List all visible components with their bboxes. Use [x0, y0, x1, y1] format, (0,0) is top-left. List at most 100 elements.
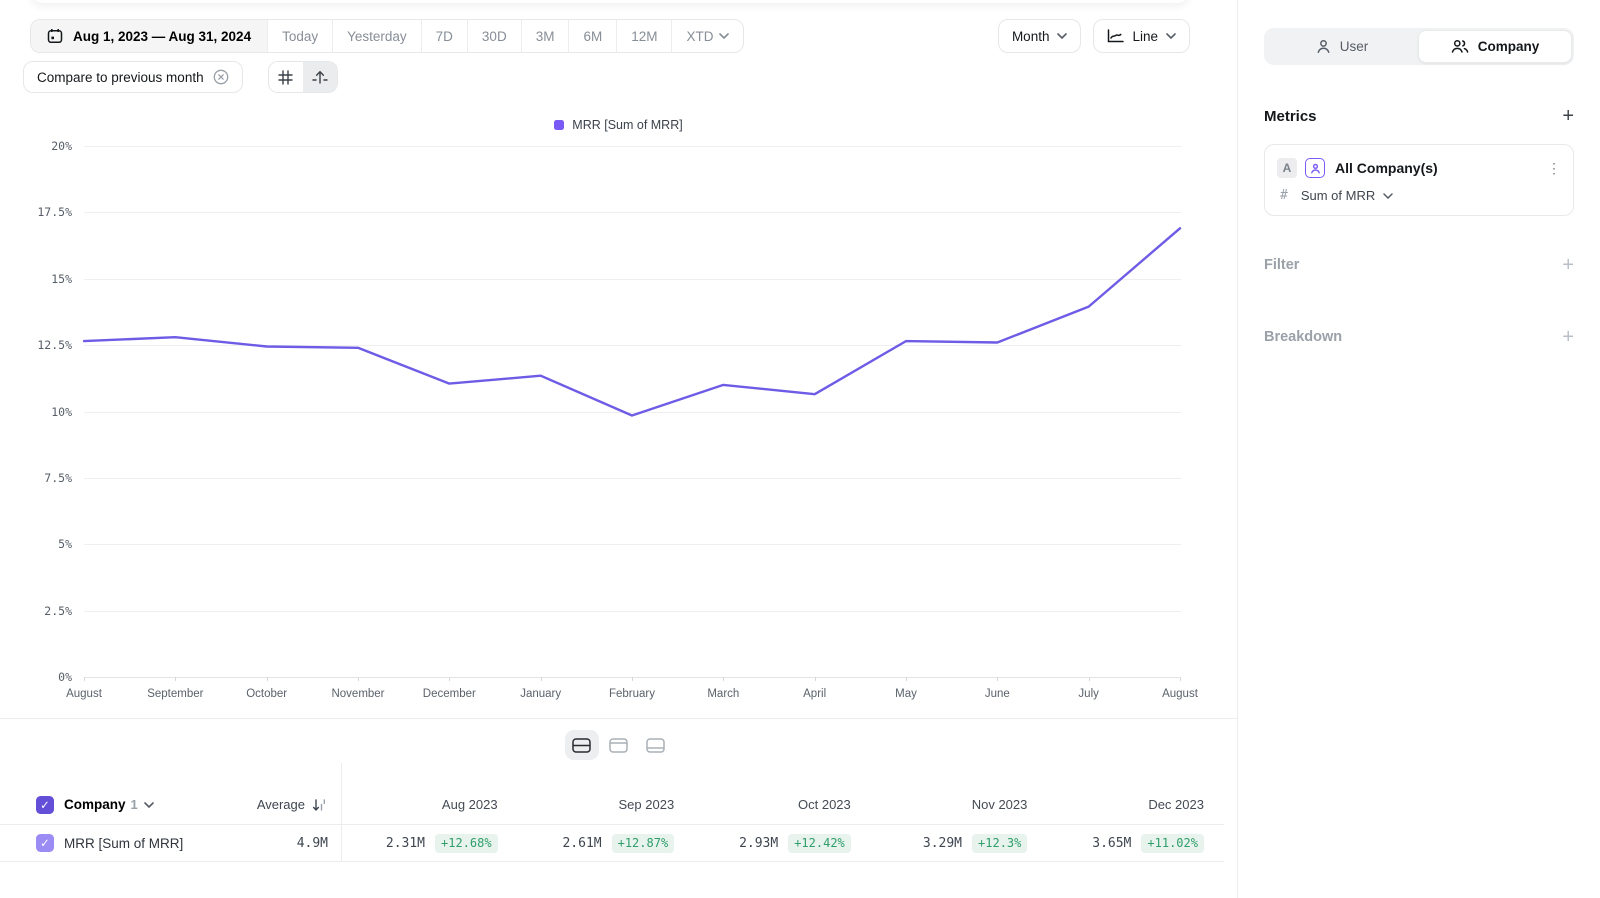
- column-header[interactable]: Dec 2023: [1047, 797, 1224, 812]
- preset-today[interactable]: Today: [267, 20, 332, 52]
- x-axis-tick: [723, 677, 724, 681]
- line-chart-icon: [1107, 29, 1124, 44]
- sidebar: User Company Metrics + A: [1237, 0, 1600, 898]
- x-axis-tick-label: December: [403, 688, 495, 700]
- metric-series-badge: A: [1277, 158, 1297, 178]
- chevron-down-icon: [1057, 33, 1067, 39]
- metric-menu-button[interactable]: ⋮: [1547, 164, 1561, 172]
- close-circle-icon[interactable]: [213, 69, 229, 85]
- y-axis-tick-label: 5%: [0, 537, 72, 551]
- metrics-title: Metrics: [1264, 108, 1317, 125]
- layout-split-view-button[interactable]: [565, 730, 599, 760]
- row-group-label: Company: [64, 797, 126, 812]
- compare-chip[interactable]: Compare to previous month: [23, 61, 243, 93]
- cell-value: 2.31M: [386, 836, 425, 851]
- y-axis-tick-label: 15%: [0, 272, 72, 286]
- y-axis-tick-label: 0%: [0, 670, 72, 684]
- table-view-icon: [646, 738, 665, 753]
- table-row-cells: 2.31M+12.68%2.61M+12.87%2.93M+12.42%3.29…: [341, 834, 1224, 853]
- table-cell: 2.61M+12.87%: [518, 834, 695, 853]
- granularity-dropdown[interactable]: Month: [998, 19, 1082, 53]
- line-chart[interactable]: 0%2.5%5%7.5%10%12.5%15%17.5%20%AugustSep…: [0, 146, 1200, 706]
- x-axis-tick-label: July: [1043, 688, 1135, 700]
- change-badge: +12.3%: [972, 834, 1027, 853]
- table-header-left: ✓ Company 1 Average: [0, 796, 341, 814]
- y-axis-tick-label: 2.5%: [0, 604, 72, 618]
- average-header[interactable]: Average: [257, 797, 341, 812]
- preset-3m[interactable]: 3M: [521, 20, 569, 52]
- add-breakdown-button[interactable]: +: [1562, 327, 1574, 347]
- x-axis-tick-label: February: [586, 688, 678, 700]
- average-header-label: Average: [257, 797, 305, 812]
- column-header[interactable]: Aug 2023: [341, 797, 518, 812]
- change-badge: +12.68%: [435, 834, 498, 853]
- layout-table-only-button[interactable]: [639, 730, 673, 760]
- table-cell: 3.29M +12.3%: [871, 834, 1048, 853]
- calendar-icon: [47, 28, 63, 44]
- x-axis-tick: [1180, 677, 1181, 681]
- layout-toggle-group: [0, 730, 1237, 760]
- change-badge: +11.02%: [1141, 834, 1204, 853]
- date-range-button[interactable]: Aug 1, 2023 — Aug 31, 2024: [31, 20, 267, 52]
- grid-toggle-button[interactable]: [269, 62, 303, 92]
- layout-chart-only-button[interactable]: [602, 730, 636, 760]
- table-row[interactable]: ✓ MRR [Sum of MRR] 4.9M 2.31M +12.68% 2.61…: [0, 824, 1224, 862]
- tab-user-label: User: [1340, 39, 1369, 54]
- x-axis-tick: [997, 677, 998, 681]
- table-column-headers: Aug 2023Sep 2023 Oct 2023 Nov 2023Dec 2023: [341, 797, 1224, 812]
- analytics-app: Aug 1, 2023 — Aug 31, 2024 Today Yesterd…: [0, 0, 1600, 898]
- column-header[interactable]: Nov 2023: [871, 797, 1048, 812]
- preset-6m[interactable]: 6M: [568, 20, 616, 52]
- x-axis-tick: [449, 677, 450, 681]
- metric-card[interactable]: A All Company(s) ⋮ # Sum of MRR: [1264, 144, 1574, 216]
- column-header-label: Oct 2023: [798, 797, 851, 812]
- chart-type-label: Line: [1132, 29, 1158, 44]
- x-axis-tick: [84, 677, 85, 681]
- grid-icon: [278, 70, 293, 85]
- chart-view-icon: [609, 738, 628, 753]
- chevron-down-icon: [1166, 33, 1176, 39]
- chart-type-dropdown[interactable]: Line: [1093, 19, 1190, 53]
- preset-7d[interactable]: 7D: [421, 20, 467, 52]
- header-card-edge: [30, 0, 1190, 3]
- mrr-series-line: [84, 228, 1180, 415]
- cell-value: 3.65M: [1092, 836, 1131, 851]
- annotations-toggle-button[interactable]: [303, 62, 337, 92]
- chevron-down-icon: [144, 802, 154, 808]
- filter-section-header: Filter +: [1264, 255, 1574, 275]
- x-axis-tick-label: August: [1134, 688, 1226, 700]
- x-axis-tick-label: August: [38, 688, 130, 700]
- add-metric-button[interactable]: +: [1562, 106, 1574, 126]
- tab-user[interactable]: User: [1266, 30, 1418, 63]
- cell-value: 2.93M: [739, 836, 778, 851]
- cell-value: 3.29M: [923, 836, 962, 851]
- section-divider: [0, 718, 1237, 719]
- column-header[interactable]: Oct 2023: [694, 797, 871, 812]
- add-filter-button[interactable]: +: [1562, 255, 1574, 275]
- user-icon: [1316, 39, 1331, 54]
- row-group-dropdown[interactable]: Company 1: [64, 797, 154, 812]
- row-checkbox[interactable]: ✓: [36, 834, 54, 852]
- tab-company-label: Company: [1478, 39, 1540, 54]
- toolbar: Aug 1, 2023 — Aug 31, 2024 Today Yesterd…: [30, 19, 1190, 53]
- preset-12m[interactable]: 12M: [616, 20, 671, 52]
- column-header[interactable]: Sep 2023: [518, 797, 695, 812]
- tab-company[interactable]: Company: [1418, 30, 1572, 63]
- date-range-label: Aug 1, 2023 — Aug 31, 2024: [73, 29, 251, 44]
- chart-legend: MRR [Sum of MRR]: [0, 118, 1237, 132]
- table-row-left: ✓ MRR [Sum of MRR] 4.9M: [0, 834, 341, 852]
- table-cell: 2.93M+12.42%: [694, 834, 871, 853]
- breakdown-section-header: Breakdown +: [1264, 327, 1574, 347]
- preset-30d[interactable]: 30D: [467, 20, 521, 52]
- preset-xtd-dropdown[interactable]: XTD: [671, 20, 743, 52]
- preset-yesterday[interactable]: Yesterday: [332, 20, 421, 52]
- cell-value: 2.61M: [562, 836, 601, 851]
- select-all-checkbox[interactable]: ✓: [36, 796, 54, 814]
- chevron-down-icon: [1383, 193, 1393, 199]
- y-axis-tick-label: 17.5%: [0, 205, 72, 219]
- row-group-count: 1: [131, 797, 138, 812]
- legend-label: MRR [Sum of MRR]: [572, 118, 682, 132]
- x-axis-tick-label: September: [129, 688, 221, 700]
- arrow-to-top-icon: [312, 69, 328, 85]
- aggregation-dropdown[interactable]: Sum of MRR: [1301, 188, 1375, 203]
